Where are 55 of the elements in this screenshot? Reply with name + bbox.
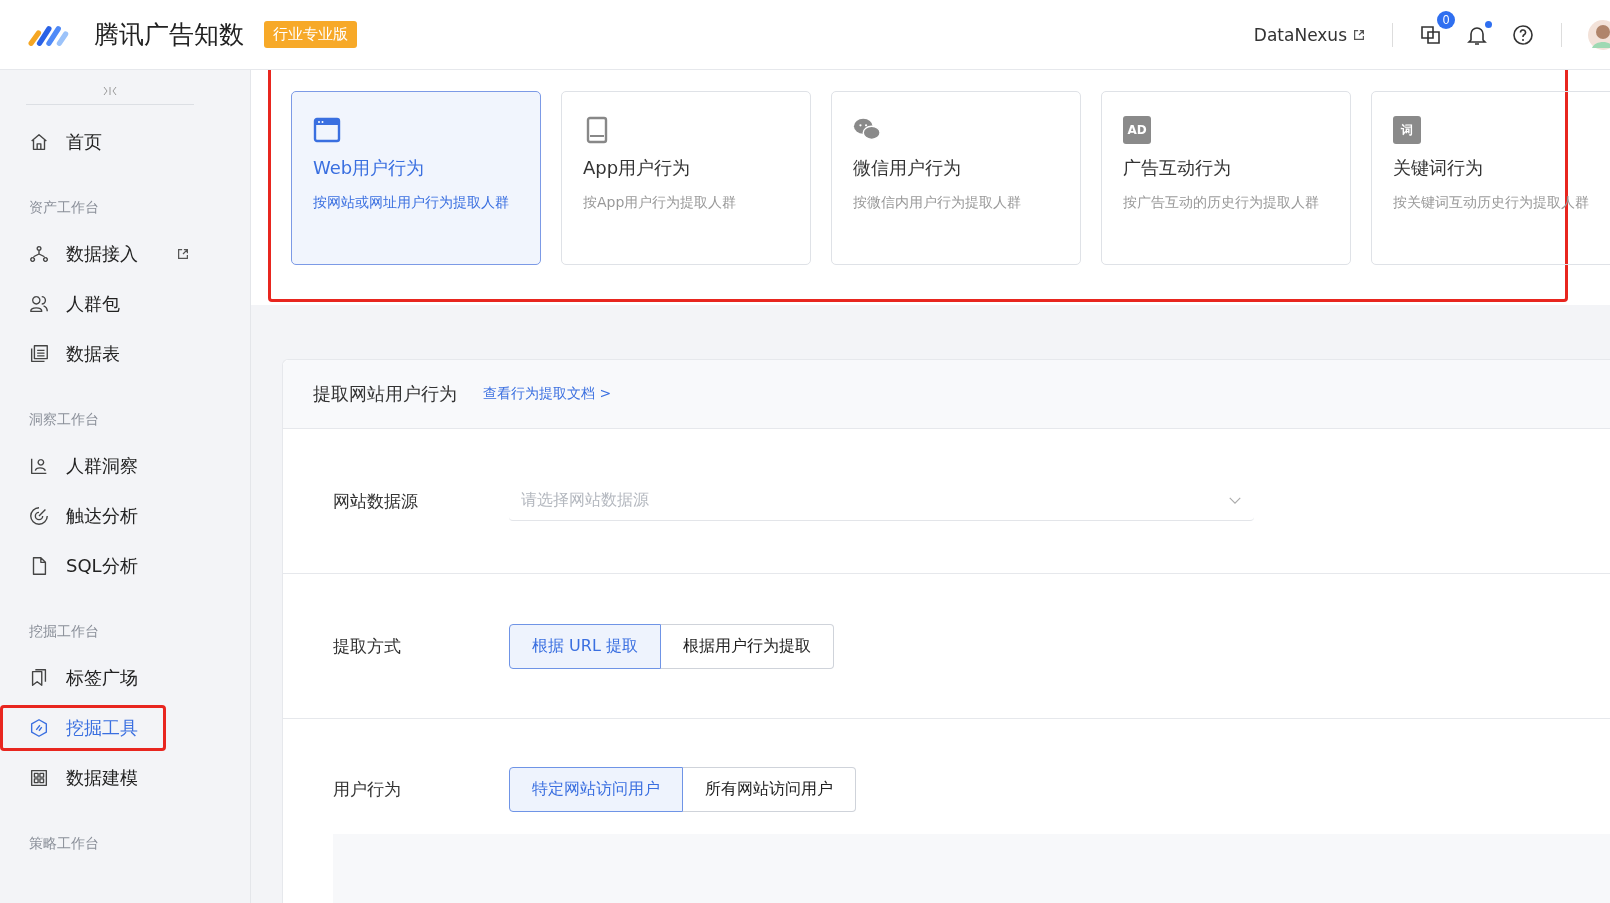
chevron-down-icon [1228,496,1242,505]
task-count-badge: 0 [1437,10,1455,29]
nav-item[interactable]: 挖掘工具 [28,712,138,744]
source-card[interactable]: 微信用户行为 按微信内用户行为提取人群 [831,91,1081,265]
card-icon-tag: AD [1123,116,1151,144]
nav-item[interactable]: 标签广场 [28,662,138,694]
card-icon-tag: 词 [1393,116,1421,144]
card-title: Web用户行为 [313,156,426,180]
card-title: 微信用户行为 [853,156,962,180]
field-label: 提取方式 [333,634,402,658]
form-title: 提取网站用户行为 [313,382,457,406]
segment-option[interactable]: 根据用户行为提取 [660,623,834,669]
nav-group-label: 洞察工作台 [28,410,100,429]
browser-window-icon [313,116,341,144]
people-icon [28,293,50,315]
help-icon[interactable] [1511,22,1535,47]
card-description: 按广告互动的历史行为提取人群 [1123,194,1320,212]
source-card[interactable]: App用户行为 按App用户行为提取人群 [561,91,811,265]
nav-item[interactable]: 人群洞察 [28,450,138,482]
hexagon-icon [28,717,50,739]
edition-badge: 行业专业版 [264,21,357,48]
card-title: 关键词行为 [1393,156,1484,180]
avatar[interactable] [1588,19,1610,50]
nav-item[interactable]: 数据表 [28,338,120,370]
nav-group-label: 资产工作台 [28,198,100,217]
segment-option[interactable]: 所有网站访问用户 [683,766,856,812]
nav-group-label: 策略工作台 [28,834,100,853]
network-icon [28,243,50,265]
field-label: 网站数据源 [333,489,419,513]
nav-item[interactable]: 数据建模 [28,762,138,794]
target-icon [28,505,50,527]
source-card[interactable]: Web用户行为 按网站或网址用户行为提取人群 [291,91,541,265]
nav-item[interactable]: SQL分析 [28,550,138,582]
nav-item[interactable]: 人群包 [28,288,120,320]
card-description: 按微信内用户行为提取人群 [853,194,1022,212]
nav-item[interactable]: 触达分析 [28,500,138,532]
datanexus-link[interactable]: DataNexus [1253,24,1366,45]
card-title: App用户行为 [583,156,692,180]
grid-icon [28,767,50,789]
card-description: 按网站或网址用户行为提取人群 [313,194,510,212]
field-label: 用户行为 [333,777,402,801]
doc-link[interactable]: 查看行为提取文档 > [483,385,612,403]
nav-item[interactable]: 数据接入 [28,238,138,270]
external-link-icon [1352,27,1366,42]
nav-item[interactable]: 首页 [28,126,102,158]
segment-option[interactable]: 根据 URL 提取 [509,623,661,669]
product-name: 腾讯广告知数 [94,19,244,51]
nav-group-label: 挖掘工作台 [28,622,100,641]
home-icon [28,131,50,153]
segment-option[interactable]: 特定网站访问用户 [509,766,683,812]
source-card[interactable]: AD 广告互动行为 按广告互动的历史行为提取人群 [1101,91,1351,265]
table-icon [28,343,50,365]
card-description: 按App用户行为提取人群 [583,194,738,212]
external-link-icon[interactable] [176,247,190,261]
card-title: 广告互动行为 [1123,156,1232,180]
